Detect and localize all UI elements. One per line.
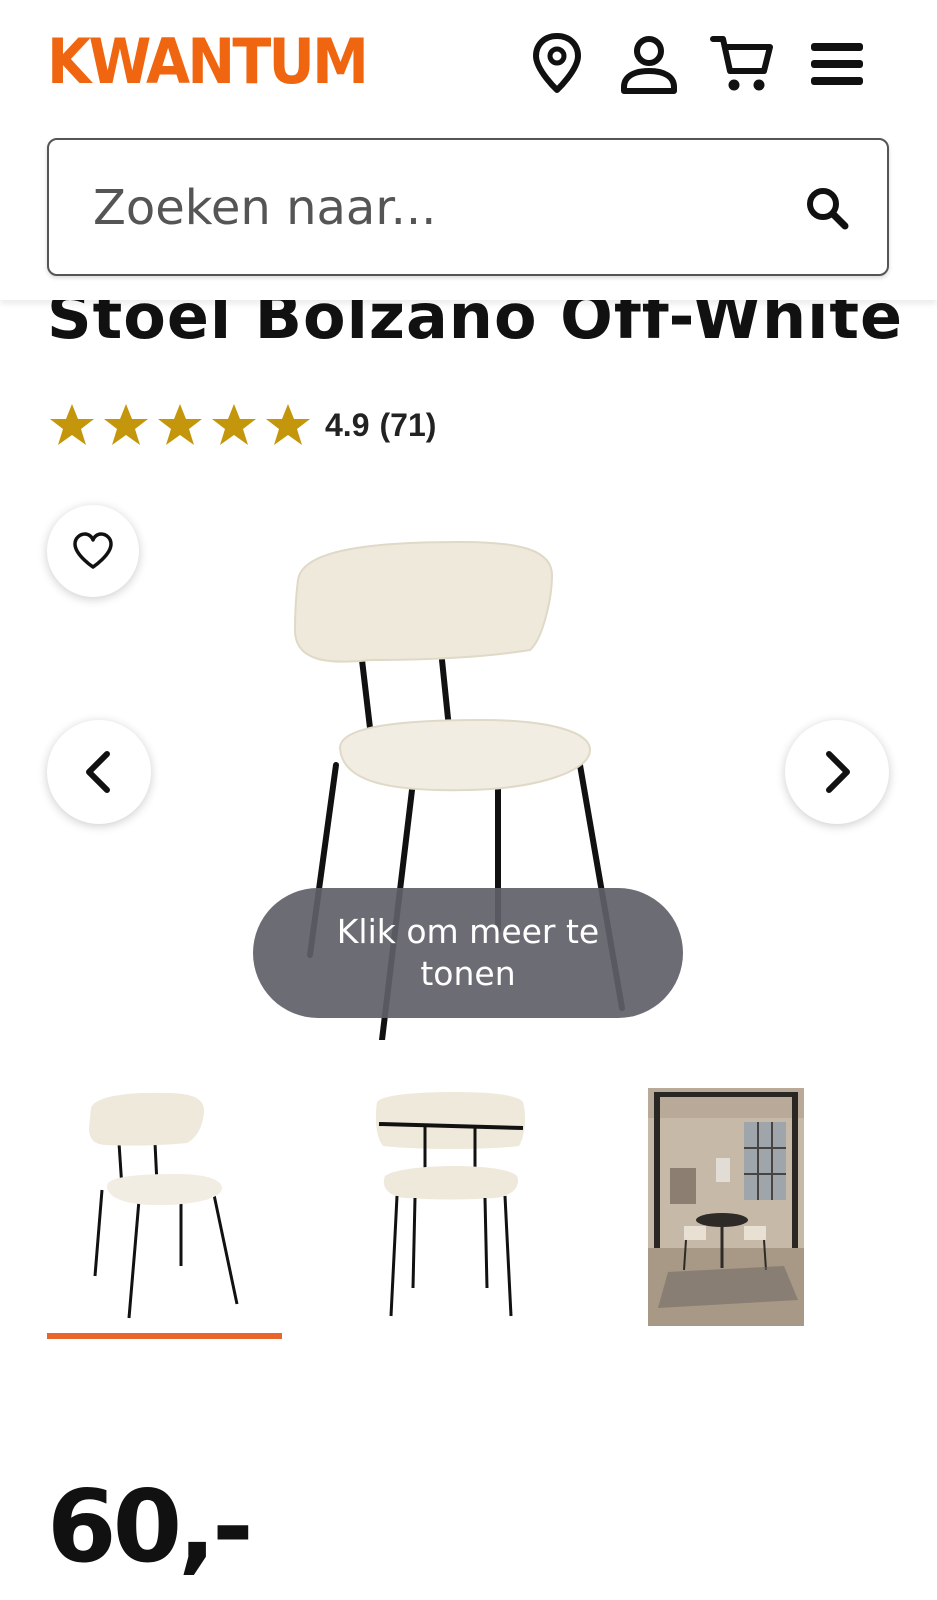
location-icon[interactable] xyxy=(521,28,593,100)
gallery-thumbnails xyxy=(0,1088,937,1348)
thumbnail-chair-room[interactable] xyxy=(648,1088,804,1326)
favorite-button[interactable] xyxy=(47,505,139,597)
search-input[interactable] xyxy=(93,168,773,248)
cart-icon[interactable] xyxy=(706,28,778,100)
search-icon[interactable] xyxy=(797,178,857,238)
product-gallery: Klik om meer te tonen xyxy=(0,480,937,1040)
product-rating[interactable]: 4.9 (71) xyxy=(47,400,446,450)
search-bar xyxy=(47,138,889,276)
star-icon xyxy=(266,404,310,445)
show-more-button[interactable]: Klik om meer te tonen xyxy=(253,888,683,1018)
active-thumbnail-indicator xyxy=(47,1333,282,1339)
star-icon xyxy=(50,404,94,445)
chevron-right-icon xyxy=(826,751,850,793)
rating-count: (71) xyxy=(379,406,437,443)
gallery-prev-button[interactable] xyxy=(47,720,151,824)
site-header: KWANTUM xyxy=(0,0,937,300)
rating-text: 4.9 (71) xyxy=(325,407,446,444)
menu-icon[interactable] xyxy=(801,28,873,100)
gallery-next-button[interactable] xyxy=(785,720,889,824)
chevron-left-icon xyxy=(86,751,110,793)
kwantum-logo[interactable]: KWANTUM xyxy=(47,24,369,100)
rating-score: 4.9 xyxy=(325,406,370,443)
product-price: 60,- xyxy=(47,1468,254,1585)
star-icon xyxy=(212,404,256,445)
thumbnail-chair-back[interactable] xyxy=(335,1088,570,1326)
account-icon[interactable] xyxy=(613,28,685,100)
thumbnail-chair-front[interactable] xyxy=(47,1088,282,1326)
star-icon xyxy=(158,404,202,445)
star-icon xyxy=(104,404,148,445)
heart-icon xyxy=(73,532,113,569)
